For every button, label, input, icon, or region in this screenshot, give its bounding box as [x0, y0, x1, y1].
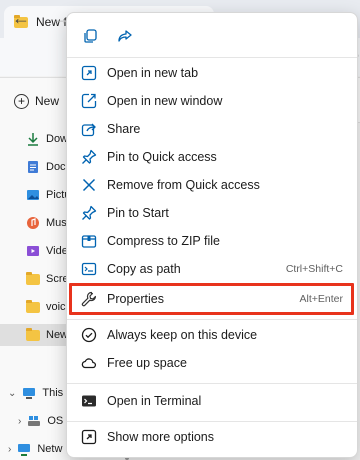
tree-item-label: Netw [37, 443, 63, 455]
menu-separator [67, 57, 357, 58]
menu-item-shortcut: Ctrl+Shift+C [285, 263, 343, 275]
tree-item-this-pc[interactable]: ⌄ This I [8, 382, 69, 404]
menu-item-open-in-new-window[interactable]: Open in new window [71, 87, 355, 115]
menu-item-pin-to-quick-access[interactable]: Pin to Quick access [71, 143, 355, 171]
chevron-right-icon: › [18, 415, 22, 427]
menu-item-remove-from-quick-access[interactable]: Remove from Quick access [71, 171, 355, 199]
folder-icon [26, 271, 40, 285]
copy-button[interactable] [79, 25, 101, 47]
menu-item-compress-to-zip[interactable]: Compress to ZIP file [71, 227, 355, 255]
pc-icon [22, 387, 36, 400]
sidebar-item-label: New [46, 329, 69, 341]
videos-icon [26, 244, 40, 258]
remove-icon [81, 177, 97, 193]
sync-icon [81, 327, 97, 343]
copy-icon [82, 28, 98, 44]
download-icon [26, 132, 40, 146]
terminal-icon [81, 393, 97, 409]
menu-item-pin-to-start[interactable]: Pin to Start [71, 199, 355, 227]
new-button-label: New [35, 94, 60, 108]
menu-item-label: Remove from Quick access [107, 178, 260, 192]
menu-item-label: Share [107, 122, 141, 136]
menu-item-label: Open in new tab [107, 66, 199, 80]
menu-separator [67, 421, 357, 422]
sidebar-item-voice[interactable]: voice [26, 296, 72, 318]
quick-actions-row [67, 13, 357, 57]
zip-icon [81, 233, 97, 249]
folder-icon [26, 327, 40, 341]
document-icon [26, 160, 40, 174]
share-icon [117, 28, 133, 44]
open-new-tab-icon [81, 65, 97, 81]
share-quick-button[interactable] [114, 25, 136, 47]
tree-item-label: OS [47, 415, 64, 427]
tree-item-os-drive[interactable]: › OS [18, 410, 63, 432]
context-menu: Open in new tab Open in new window Share… [66, 12, 358, 458]
tree-item-network[interactable]: › Netw [8, 438, 62, 460]
menu-item-show-more-options[interactable]: Show more options [71, 423, 355, 451]
menu-item-label: Free up space [107, 356, 187, 370]
menu-item-free-up-space[interactable]: Free up space [71, 349, 355, 377]
back-arrow-icon[interactable]: ← [12, 8, 30, 29]
pin-icon [81, 205, 97, 221]
menu-item-always-keep-on-device[interactable]: Always keep on this device [71, 321, 355, 349]
menu-item-label: Pin to Quick access [107, 150, 217, 164]
pin-icon [81, 149, 97, 165]
sidebar-item-pictures[interactable]: Pictu [26, 184, 70, 206]
more-options-icon [81, 429, 97, 445]
cloud-icon [81, 355, 97, 371]
menu-separator [67, 383, 357, 384]
menu-item-open-in-terminal[interactable]: Open in Terminal [71, 387, 355, 415]
drive-icon [27, 415, 41, 427]
menu-item-label: Open in new window [107, 94, 223, 108]
menu-item-label: Copy as path [107, 262, 181, 276]
copy-path-icon [81, 261, 97, 277]
menu-item-label: Open in Terminal [107, 394, 202, 408]
open-new-window-icon [81, 93, 97, 109]
share-icon [81, 121, 97, 137]
plus-icon: + [14, 93, 29, 109]
music-icon [26, 216, 40, 230]
sidebar-item-music[interactable]: Musi [26, 212, 69, 234]
chevron-down-icon: ⌄ [8, 387, 17, 399]
menu-item-label: Compress to ZIP file [107, 234, 221, 248]
highlight-box [69, 283, 354, 315]
pictures-icon [26, 188, 40, 202]
chevron-right-icon: › [8, 443, 12, 455]
network-icon [17, 443, 31, 456]
menu-item-label: Show more options [107, 430, 215, 444]
sidebar-item-documents[interactable]: Docu [26, 156, 72, 178]
menu-item-label: Pin to Start [107, 206, 169, 220]
menu-item-open-in-new-tab[interactable]: Open in new tab [71, 59, 355, 87]
new-button[interactable]: + New [14, 90, 59, 112]
menu-item-copy-as-path[interactable]: Copy as path Ctrl+Shift+C [71, 255, 355, 283]
menu-item-share[interactable]: Share [71, 115, 355, 143]
menu-item-label: Always keep on this device [107, 328, 258, 342]
sidebar-item-new-folder[interactable]: New [0, 324, 70, 346]
folder-icon [26, 299, 40, 313]
menu-separator [67, 319, 357, 320]
